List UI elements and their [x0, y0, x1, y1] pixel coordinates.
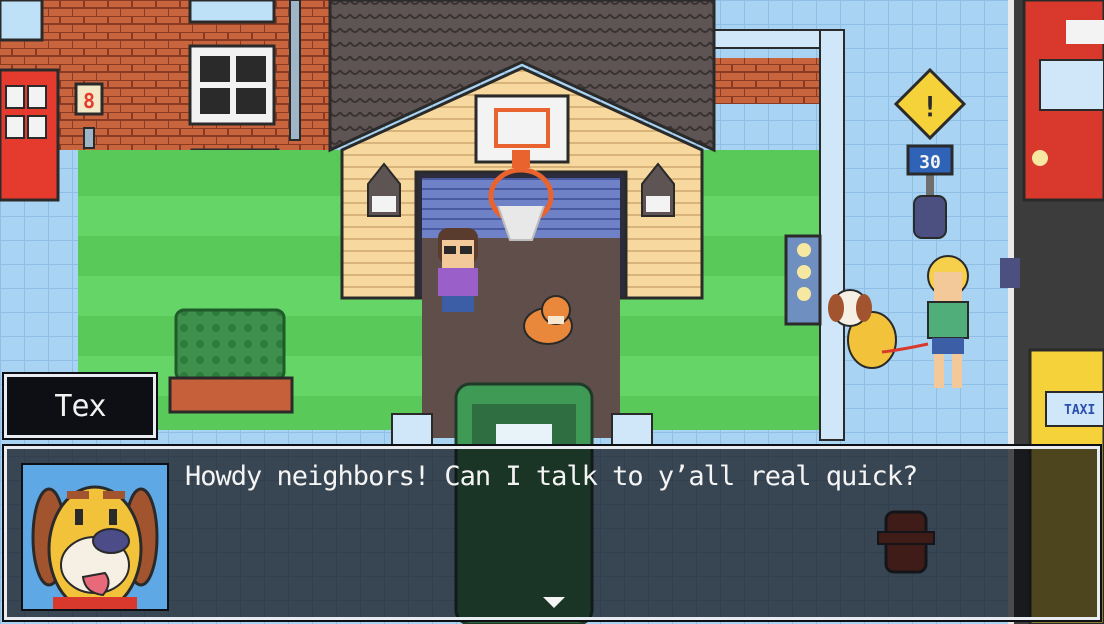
speaker-name: Tex	[54, 389, 106, 424]
speaker-nameplate: Tex	[4, 374, 156, 438]
dialog-box[interactable]: Howdy neighbors! Can I talk to y’all rea…	[4, 446, 1100, 620]
brick-wall	[712, 58, 822, 104]
dialog-text: Howdy neighbors! Can I talk to y’all rea…	[185, 461, 918, 492]
speed-limit-label: 30	[919, 152, 941, 173]
taxi-label: TAXI	[1064, 403, 1095, 418]
dog-portrait-icon	[21, 463, 169, 611]
hedge	[168, 308, 294, 414]
down-triangle-icon[interactable]	[543, 597, 565, 608]
warning-sign-mark: !	[922, 90, 939, 123]
npc-boy-with-glasses[interactable]	[438, 228, 478, 312]
flower-planter	[784, 234, 822, 326]
house-number: 8	[83, 89, 95, 113]
